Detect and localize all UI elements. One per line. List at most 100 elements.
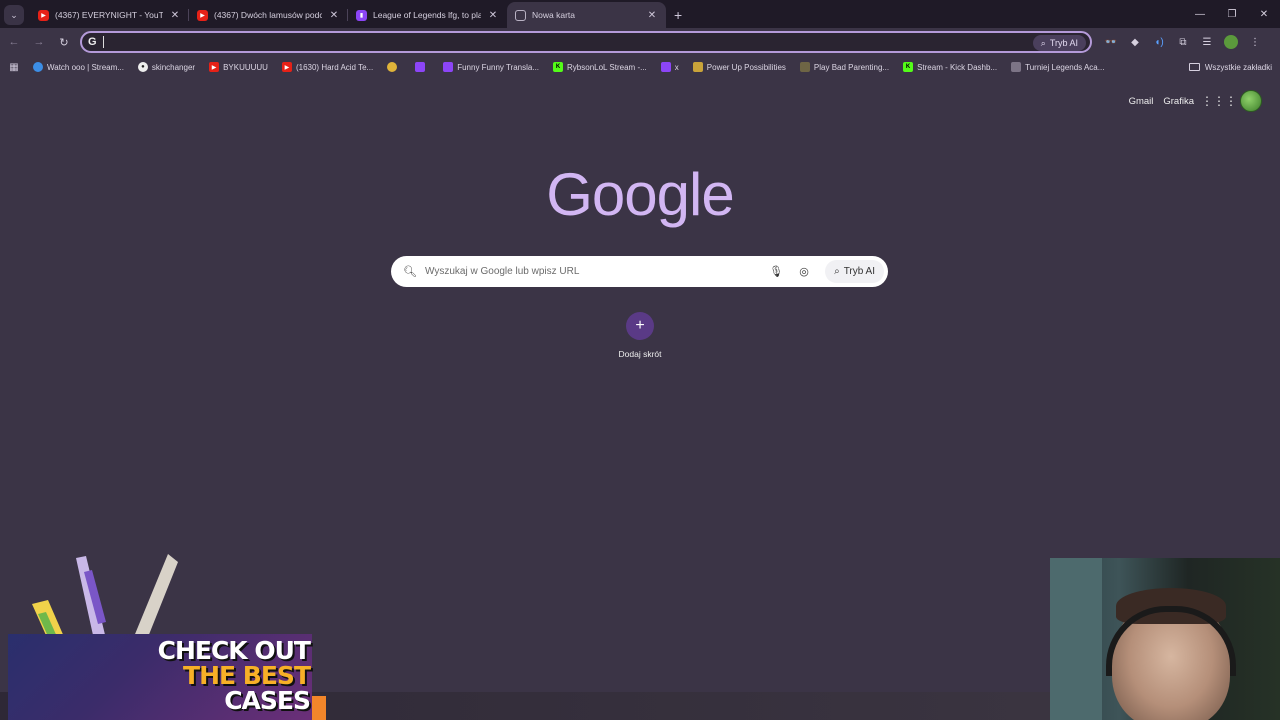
back-icon[interactable]: ← <box>3 31 25 53</box>
search-box[interactable]: 🔍︎ Wyszukaj w Google lub wpisz URL 🎙︎ ◎ … <box>391 256 888 287</box>
bookmark-label: Power Up Possibilities <box>706 62 786 72</box>
sparkle-search-icon: ⌕ <box>834 266 840 277</box>
tab-3-active[interactable]: Nowa karta ✕ <box>507 2 666 28</box>
promo-text: CHECK OUT THE BEST CASES <box>157 636 311 715</box>
all-bookmarks-button[interactable]: Wszystkie zakładki <box>1188 56 1272 78</box>
close-window-icon[interactable]: ✕ <box>1248 0 1280 28</box>
restore-icon[interactable]: ❐ <box>1216 0 1248 28</box>
webcam-overlay <box>1050 558 1280 720</box>
stream-icon <box>33 62 43 72</box>
bookmark-item[interactable]: ● skinchanger <box>131 62 202 72</box>
bookmark-label: Funny Funny Transla... <box>457 62 540 72</box>
ntp-header-links: Gmail Grafika ⋮⋮⋮ <box>1129 90 1262 112</box>
bookmark-item[interactable]: Funny Funny Transla... <box>436 62 546 72</box>
google-apps-icon[interactable]: ⋮⋮⋮ <box>1201 90 1237 112</box>
ai-mode-label: Tryb AI <box>843 266 875 277</box>
microphone-icon[interactable]: 🎙︎ <box>765 261 787 283</box>
twitch-icon <box>660 62 671 72</box>
promo-accent <box>312 696 326 720</box>
tab-search-button[interactable]: ⌄ <box>4 5 24 25</box>
bookmark-item[interactable]: Play Bad Parenting... <box>793 62 896 72</box>
extensions-area: 👓 ◆ ◖) ⧉ ☰ ⋮ <box>1100 31 1266 53</box>
promo-line-1: CHECK OUT <box>157 636 311 665</box>
youtube-icon: ▶ <box>38 9 49 21</box>
close-icon[interactable]: ✕ <box>646 10 658 21</box>
kick-icon: K <box>553 62 564 72</box>
bookmark-label: Watch ooo | Stream... <box>47 62 124 72</box>
bookmark-item[interactable]: K RybsonLoL Stream -... <box>546 62 654 72</box>
new-tab-button[interactable]: + <box>674 7 682 23</box>
window-controls: — ❐ ✕ <box>1184 0 1280 28</box>
tab-title: (4367) Dwóch lamusów podcast <box>214 10 322 20</box>
bookmark-item[interactable] <box>380 62 408 72</box>
translate-icon <box>443 62 454 72</box>
extensions-puzzle-icon[interactable]: ⧉ <box>1172 31 1194 53</box>
profile-avatar[interactable] <box>1220 31 1242 53</box>
address-bar[interactable]: G ⌕ Tryb AI <box>80 31 1092 53</box>
avatar[interactable] <box>1240 90 1262 112</box>
close-icon[interactable]: ✕ <box>328 10 340 21</box>
extension-audio-icon[interactable]: ◖) <box>1148 31 1170 53</box>
emoji-icon <box>387 62 398 72</box>
images-link[interactable]: Grafika <box>1163 96 1194 107</box>
promo-line-3: CASES <box>224 686 311 715</box>
puzzle-icon <box>692 62 703 72</box>
extension-glasses-icon[interactable]: 👓 <box>1100 31 1122 53</box>
promo-overlay: CHECK OUT THE BEST CASES <box>8 552 326 720</box>
google-icon: G <box>88 36 97 48</box>
bookmark-label: skinchanger <box>151 62 196 72</box>
bookmark-item[interactable]: x <box>654 62 686 72</box>
bookmark-item[interactable]: ▶ BYKUUUUU <box>202 62 275 72</box>
ai-mode-button[interactable]: ⌕ Tryb AI <box>1032 35 1086 51</box>
bookmark-label: (1630) Hard Acid Te... <box>295 62 374 72</box>
ai-mode-button[interactable]: ⌕ Tryb AI <box>825 260 884 283</box>
twitch-icon <box>415 62 426 72</box>
menu-kebab-icon[interactable]: ⋮ <box>1244 31 1266 53</box>
add-shortcut-label: Dodaj skrót <box>618 349 662 359</box>
add-shortcut-button[interactable]: + Dodaj skrót <box>610 312 670 359</box>
bookmark-item[interactable]: Turniej Legends Aca... <box>1004 62 1111 72</box>
twitch-icon: ▮ <box>356 9 367 21</box>
bookmark-item[interactable]: ▶ (1630) Hard Acid Te... <box>275 62 380 72</box>
apps-grid-icon[interactable]: ▦ <box>2 62 26 73</box>
extension-diamond-icon[interactable]: ◆ <box>1124 31 1146 53</box>
toolbar: ← → ↻ G ⌕ Tryb AI 👓 ◆ ◖) ⧉ ☰ ⋮ <box>0 28 1280 56</box>
bookmark-label: Stream - Kick Dashb... <box>917 62 998 72</box>
bookmark-item[interactable]: Power Up Possibilities <box>686 62 793 72</box>
bookmark-label: Play Bad Parenting... <box>813 62 890 72</box>
kick-icon: K <box>903 62 914 72</box>
text-caret <box>103 36 104 48</box>
promo-line-2: THE BEST <box>183 661 311 690</box>
all-bookmarks-label: Wszystkie zakładki <box>1204 62 1272 72</box>
tab-title: (4367) EVERYNIGHT - YouTube <box>55 10 163 20</box>
bookmark-item[interactable]: Watch ooo | Stream... <box>26 62 131 72</box>
trophy-icon <box>1011 62 1022 72</box>
forward-icon[interactable]: → <box>28 31 50 53</box>
google-icon <box>515 9 526 21</box>
tab-2[interactable]: ▮ League of Legends lfg, to play ✕ <box>348 2 507 28</box>
avatar-mini <box>1224 35 1238 49</box>
tab-0[interactable]: ▶ (4367) EVERYNIGHT - YouTube ✕ <box>30 2 189 28</box>
chevron-down-icon: ⌄ <box>10 9 18 20</box>
tab-title: League of Legends lfg, to play <box>373 10 481 20</box>
github-icon: ● <box>137 62 148 72</box>
gmail-link[interactable]: Gmail <box>1129 96 1154 107</box>
plus-icon: + <box>626 312 654 340</box>
ai-mode-label: Tryb AI <box>1049 38 1078 48</box>
bookmark-label: Turniej Legends Aca... <box>1025 62 1105 72</box>
reading-list-icon[interactable]: ☰ <box>1196 31 1218 53</box>
lens-camera-icon[interactable]: ◎ <box>793 261 815 283</box>
close-icon[interactable]: ✕ <box>169 10 181 21</box>
tab-1[interactable]: ▶ (4367) Dwóch lamusów podcast ✕ <box>189 2 348 28</box>
bookmark-item[interactable]: K Stream - Kick Dashb... <box>896 62 1004 72</box>
close-icon[interactable]: ✕ <box>487 10 499 21</box>
bookmark-label: x <box>674 62 679 72</box>
minimize-icon[interactable]: — <box>1184 0 1216 28</box>
bookmark-item[interactable] <box>408 62 436 72</box>
search-input[interactable]: Wyszukaj w Google lub wpisz URL <box>425 266 765 277</box>
webcam-background <box>1050 558 1102 720</box>
folder-icon <box>1188 63 1200 71</box>
tab-strip: ⌄ ▶ (4367) EVERYNIGHT - YouTube ✕ ▶ (436… <box>0 0 1280 28</box>
reload-icon[interactable]: ↻ <box>53 31 75 53</box>
bookmark-label: RybsonLoL Stream -... <box>567 62 647 72</box>
